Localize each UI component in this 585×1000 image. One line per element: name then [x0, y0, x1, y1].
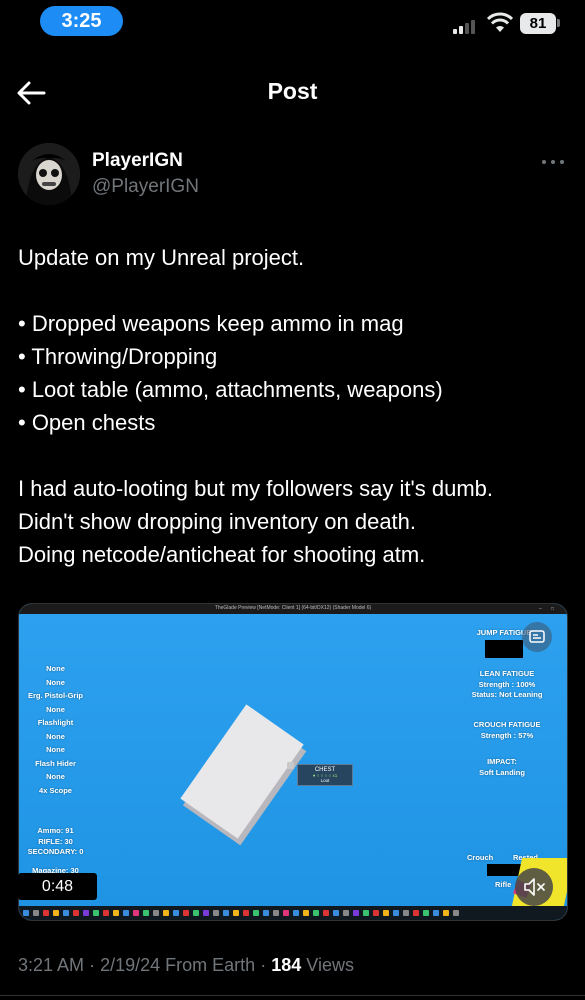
window-maximize-icon: □	[551, 606, 555, 612]
stance-crouch: Crouch	[467, 853, 494, 862]
lean-status: Status: Not Leaning	[471, 690, 543, 699]
attachment-slot: None	[46, 677, 65, 687]
caption-icon[interactable]	[522, 622, 552, 652]
video-timer: 0:48	[18, 873, 97, 900]
post-body: Update on my Unreal project. • Dropped w…	[18, 241, 568, 571]
attachment-slot: None	[46, 704, 65, 714]
post-line: I had auto-looting but my followers say …	[18, 476, 493, 501]
post-meta: 3:21 AM · 2/19/24 From Earth · 184 Views	[18, 955, 354, 976]
meta-separator: ·	[260, 955, 267, 975]
post-header: Post	[0, 64, 585, 122]
status-time: 3:25	[40, 6, 123, 36]
attachment-slot: None	[46, 664, 65, 673]
impact-title: IMPACT:	[487, 757, 517, 766]
lean-fatigue-title: LEAN FATIGUE	[479, 669, 535, 678]
game-viewport: None None Erg. Pistol-Grip None Flashlig…	[19, 614, 567, 908]
views-label[interactable]: Views	[306, 955, 354, 975]
author-handle[interactable]: @PlayerIGN	[92, 176, 199, 198]
mute-icon[interactable]	[515, 868, 553, 906]
stance-rifle: Rifle	[495, 880, 512, 889]
redaction-bar	[485, 640, 523, 658]
ammo-secondary: SECONDARY: 0	[27, 847, 84, 856]
views-count: 184	[271, 955, 302, 975]
game-window-titlebar: TheGlade Preview [NetMode: Client 1] (64…	[19, 604, 567, 614]
attachment-slot: Flashlight	[37, 718, 74, 727]
attachment-slot: Erg. Pistol-Grip	[27, 691, 83, 700]
attachment-slot: 4x Scope	[39, 785, 72, 795]
post-line: • Loot table (ammo, attachments, weapons…	[18, 377, 443, 402]
attachment-list: None None Erg. Pistol-Grip None Flashlig…	[23, 662, 88, 797]
attachment-slot: None	[46, 745, 65, 754]
ammo-total: Ammo: 91	[37, 826, 74, 835]
masked-figure-icon	[18, 143, 80, 205]
video-player[interactable]: TheGlade Preview [NetMode: Client 1] (64…	[18, 603, 568, 921]
post-source: From Earth	[165, 955, 256, 975]
post-line: Update on my Unreal project.	[18, 245, 305, 270]
interaction-marker	[287, 762, 294, 769]
impact-panel: IMPACT: Soft Landing	[457, 757, 547, 778]
more-options-icon[interactable]	[540, 152, 566, 172]
page-title: Post	[267, 78, 318, 104]
attachment-slot: None	[46, 772, 65, 781]
chest-subtitle: Loot	[320, 778, 330, 783]
impact-status: Soft Landing	[479, 767, 525, 777]
attachment-slot: Flash Hider	[35, 758, 76, 768]
window-minimize-icon: –	[539, 606, 542, 612]
crouch-strength: Strength : 57%	[480, 730, 534, 740]
chest-3d-object	[180, 704, 304, 839]
ammo-counter: Ammo: 91 RIFLE: 30 SECONDARY: 0	[23, 826, 88, 858]
crouch-fatigue-panel: CROUCH FATIGUE Strength : 57%	[457, 720, 557, 741]
post-spacer	[18, 274, 568, 307]
chest-tooltip: CHEST ● ○ ○ ○ ○ x1 Loot	[297, 764, 353, 786]
avatar[interactable]	[18, 143, 80, 205]
game-window-title: TheGlade Preview [NetMode: Client 1] (64…	[214, 605, 372, 611]
author-display-name[interactable]: PlayerIGN	[92, 150, 183, 172]
cellular-signal-icon	[453, 20, 479, 34]
windows-taskbar	[19, 906, 567, 920]
post-date: 2/19/24	[100, 955, 161, 975]
lean-strength: Strength : 100%	[478, 679, 536, 689]
post-line: Doing netcode/anticheat for shooting atm…	[18, 542, 426, 567]
attachment-slot: None	[46, 731, 65, 741]
crouch-fatigue-title: CROUCH FATIGUE	[473, 720, 541, 729]
post-line: • Dropped weapons keep ammo in mag	[18, 311, 404, 336]
post-line: • Open chests	[18, 410, 156, 435]
divider	[0, 995, 585, 996]
post-spacer	[18, 439, 568, 472]
lean-fatigue-panel: LEAN FATIGUE Strength : 100% Status: Not…	[457, 669, 557, 701]
status-bar: 3:25 81	[0, 0, 585, 44]
wifi-icon	[487, 12, 513, 32]
post-time: 3:21 AM	[18, 955, 85, 975]
post-line: • Throwing/Dropping	[18, 344, 218, 369]
ammo-rifle: RIFLE: 30	[38, 836, 73, 846]
post-line: Didn't show dropping inventory on death.	[18, 509, 417, 534]
battery-tip	[557, 19, 560, 27]
meta-separator: ·	[89, 955, 96, 975]
battery-indicator: 81	[520, 13, 556, 34]
